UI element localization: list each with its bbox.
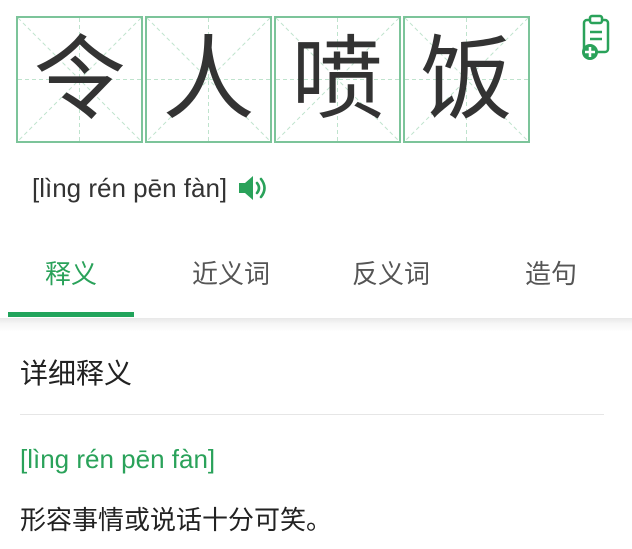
speaker-icon[interactable] [237,173,271,203]
divider [20,414,604,415]
idiom-character: 人 [162,25,255,133]
tab-bar: 释义 近义词 反义词 造句 [0,232,632,318]
tab-label: 释义 [44,259,97,290]
pinyin-row: [lìng rén pēn fàn] [32,168,271,208]
tab-example-sentences[interactable]: 造句 [488,232,614,312]
idiom-pinyin: [lìng rén pēn fàn] [32,172,228,203]
idiom-character-grid: 令 人 喷 饭 [16,16,532,143]
idiom-character: 令 [33,25,126,133]
tab-label: 反义词 [351,259,430,290]
character-cell: 喷 [274,16,401,143]
add-note-icon[interactable] [580,14,616,62]
tab-label: 造句 [524,259,577,290]
tab-synonyms[interactable]: 近义词 [166,232,296,312]
definition-text: 形容事情或说话十分可笑。 [20,506,333,536]
tab-definition[interactable]: 释义 [8,232,134,312]
character-cell: 人 [145,16,272,143]
tab-bar-shadow [0,318,632,332]
section-title: 详细释义 [20,357,133,390]
tab-label: 近义词 [191,259,270,290]
tab-antonyms[interactable]: 反义词 [326,232,456,312]
character-cell: 饭 [403,16,530,143]
active-tab-indicator [8,312,134,317]
idiom-character: 饭 [420,25,513,133]
definition-pinyin: [lìng rén pēn fàn] [20,444,216,474]
character-cell: 令 [16,16,143,143]
idiom-character: 喷 [291,25,384,133]
